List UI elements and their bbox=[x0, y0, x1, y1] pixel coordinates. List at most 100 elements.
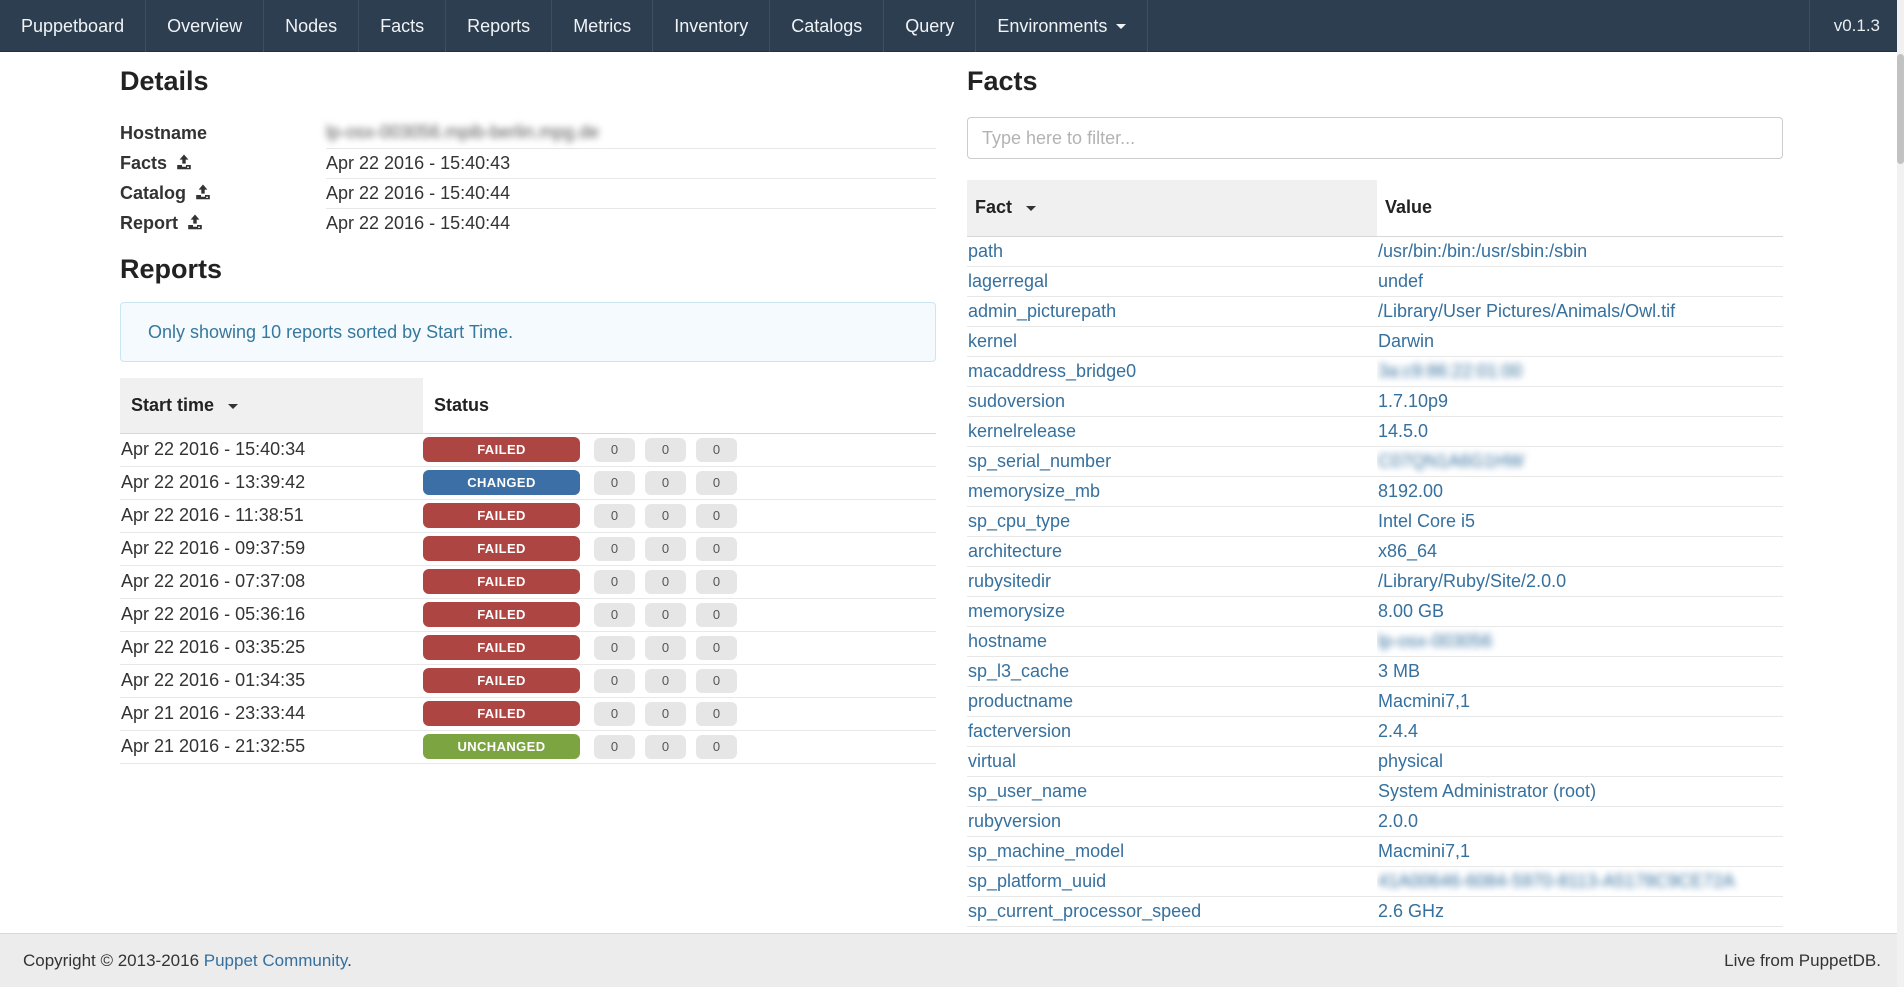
reports-notice-alert: Only showing 10 reports sorted by Start … bbox=[120, 302, 936, 362]
reports-header-status[interactable]: Status bbox=[423, 378, 936, 433]
fact-value-link-redacted[interactable]: 3a:c9:86:22:01:00 bbox=[1377, 361, 1522, 382]
reports-sort-header-start-time[interactable]: Start time bbox=[120, 378, 423, 433]
fact-name-link[interactable]: facterversion bbox=[967, 721, 1071, 742]
fact-name-link[interactable]: sudoversion bbox=[967, 391, 1065, 412]
fact-value-link[interactable]: /Library/User Pictures/Animals/Owl.tif bbox=[1377, 301, 1675, 322]
fact-value-link-redacted[interactable]: 41A00646-6084-5970-8113-A5178C9CE72A bbox=[1377, 871, 1735, 892]
fact-value-link[interactable]: 14.5.0 bbox=[1377, 421, 1428, 442]
facts-header-value[interactable]: Value bbox=[1377, 180, 1783, 236]
report-count-badge: 0 bbox=[594, 603, 635, 627]
details-heading: Details bbox=[120, 64, 936, 98]
puppet-community-link[interactable]: Puppet Community bbox=[204, 951, 347, 970]
details-value: Apr 22 2016 - 15:40:44 bbox=[326, 213, 510, 233]
nav-item-query[interactable]: Query bbox=[884, 0, 976, 52]
fact-value-link[interactable]: /usr/bin:/bin:/usr/sbin:/sbin bbox=[1377, 241, 1587, 262]
fact-value-link-redacted[interactable]: lp-osx-003056 bbox=[1377, 631, 1492, 652]
fact-value-link[interactable]: x86_64 bbox=[1377, 541, 1437, 562]
report-status-badge[interactable]: FAILED bbox=[423, 569, 580, 594]
fact-name-link[interactable]: rubysitedir bbox=[967, 571, 1051, 592]
report-count-badge: 0 bbox=[645, 537, 686, 561]
fact-name-link[interactable]: architecture bbox=[967, 541, 1062, 562]
fact-name-link[interactable]: sp_user_name bbox=[967, 781, 1087, 802]
fact-name-link[interactable]: rubyversion bbox=[967, 811, 1061, 832]
fact-value-link[interactable]: physical bbox=[1377, 751, 1443, 772]
fact-row: path/usr/bin:/bin:/usr/sbin:/sbin bbox=[967, 236, 1783, 266]
fact-value-link[interactable]: System Administrator (root) bbox=[1377, 781, 1596, 802]
fact-name-link[interactable]: kernelrelease bbox=[967, 421, 1076, 442]
facts-sort-header-fact[interactable]: Fact bbox=[967, 180, 1377, 236]
fact-name-link[interactable]: sp_platform_uuid bbox=[967, 871, 1106, 892]
fact-row: sp_cpu_type Intel Core i5 bbox=[967, 506, 1783, 536]
fact-row: macaddress_bridge0 3a:c9:86:22:01:00 bbox=[967, 356, 1783, 386]
fact-name-link[interactable]: kernel bbox=[967, 331, 1017, 352]
fact-value-link[interactable]: Intel Core i5 bbox=[1377, 511, 1475, 532]
fact-value-link[interactable]: Macmini7,1 bbox=[1377, 841, 1470, 862]
fact-value-link[interactable]: 3 MB bbox=[1377, 661, 1420, 682]
fact-name-link[interactable]: admin_picturepath bbox=[967, 301, 1116, 322]
fact-name-link[interactable]: memorysize_mb bbox=[967, 481, 1100, 502]
nav-item-overview[interactable]: Overview bbox=[146, 0, 264, 52]
report-status-badge[interactable]: FAILED bbox=[423, 635, 580, 660]
fact-name-link[interactable]: sp_serial_number bbox=[967, 451, 1111, 472]
nav-item-catalogs[interactable]: Catalogs bbox=[770, 0, 884, 52]
fact-row: virtual physical bbox=[967, 746, 1783, 776]
report-status-badge[interactable]: FAILED bbox=[423, 701, 580, 726]
report-start-time: Apr 22 2016 - 01:34:35 bbox=[120, 664, 423, 697]
scrollbar-thumb[interactable] bbox=[1897, 54, 1904, 164]
nav-brand-puppetboard[interactable]: Puppetboard bbox=[0, 0, 146, 52]
report-row: Apr 21 2016 - 21:32:55UNCHANGED000 bbox=[120, 730, 936, 763]
fact-row: productname Macmini7,1 bbox=[967, 686, 1783, 716]
fact-row: sp_machine_model Macmini7,1 bbox=[967, 836, 1783, 866]
report-count-badge: 0 bbox=[594, 735, 635, 759]
nav-item-environments[interactable]: Environments bbox=[976, 0, 1148, 52]
fact-name-link[interactable]: productname bbox=[967, 691, 1073, 712]
fact-name-link[interactable]: sp_l3_cache bbox=[967, 661, 1069, 682]
report-count-badge: 0 bbox=[696, 570, 737, 594]
fact-name-link[interactable]: path bbox=[967, 241, 1003, 262]
report-count-badge: 0 bbox=[594, 537, 635, 561]
fact-row: architecture x86_64 bbox=[967, 536, 1783, 566]
nav-item-metrics[interactable]: Metrics bbox=[552, 0, 653, 52]
report-status-badge[interactable]: FAILED bbox=[423, 668, 580, 693]
nav-item-nodes[interactable]: Nodes bbox=[264, 0, 359, 52]
report-row: Apr 22 2016 - 01:34:35FAILED000 bbox=[120, 664, 936, 697]
fact-name-link[interactable]: virtual bbox=[967, 751, 1016, 772]
report-count-badge: 0 bbox=[645, 471, 686, 495]
report-status-badge[interactable]: FAILED bbox=[423, 437, 580, 462]
report-status-badge[interactable]: FAILED bbox=[423, 536, 580, 561]
fact-value-link[interactable]: /Library/Ruby/Site/2.0.0 bbox=[1377, 571, 1566, 592]
fact-name-link[interactable]: memorysize bbox=[967, 601, 1065, 622]
report-row: Apr 22 2016 - 07:37:08FAILED000 bbox=[120, 565, 936, 598]
start-time-header-label: Start time bbox=[131, 395, 214, 415]
fact-value-link[interactable]: 2.0.0 bbox=[1377, 811, 1418, 832]
fact-value-link[interactable]: 8192.00 bbox=[1377, 481, 1443, 502]
details-label: Hostname bbox=[120, 123, 207, 143]
fact-value-link[interactable]: 1.7.10p9 bbox=[1377, 391, 1448, 412]
report-status-badge[interactable]: FAILED bbox=[423, 602, 580, 627]
fact-value-link[interactable]: 2.6 GHz bbox=[1377, 901, 1444, 922]
fact-row: sp_l3_cache 3 MB bbox=[967, 656, 1783, 686]
fact-name-link[interactable]: sp_cpu_type bbox=[967, 511, 1070, 532]
fact-value-link[interactable]: Darwin bbox=[1377, 331, 1434, 352]
nav-item-inventory[interactable]: Inventory bbox=[653, 0, 770, 52]
report-start-time: Apr 22 2016 - 07:37:08 bbox=[120, 565, 423, 598]
report-start-time: Apr 21 2016 - 23:33:44 bbox=[120, 697, 423, 730]
fact-value-link[interactable]: 8.00 GB bbox=[1377, 601, 1444, 622]
fact-name-link[interactable]: macaddress_bridge0 bbox=[967, 361, 1136, 382]
report-status-badge[interactable]: CHANGED bbox=[423, 470, 580, 495]
fact-name-link[interactable]: hostname bbox=[967, 631, 1047, 652]
reports-notice-text: Only showing 10 reports sorted by Start … bbox=[148, 322, 513, 343]
fact-value-link[interactable]: 2.4.4 bbox=[1377, 721, 1418, 742]
fact-name-link[interactable]: sp_current_processor_speed bbox=[967, 901, 1201, 922]
fact-name-link[interactable]: lagerregal bbox=[967, 271, 1048, 292]
nav-item-reports[interactable]: Reports bbox=[446, 0, 552, 52]
nav-item-facts[interactable]: Facts bbox=[359, 0, 446, 52]
facts-filter-input[interactable] bbox=[967, 117, 1783, 159]
report-status-badge[interactable]: FAILED bbox=[423, 503, 580, 528]
report-status-badge[interactable]: UNCHANGED bbox=[423, 734, 580, 759]
fact-name-link[interactable]: sp_machine_model bbox=[967, 841, 1124, 862]
fact-value-link-redacted[interactable]: C07QN1A6G1HW bbox=[1377, 451, 1524, 472]
fact-value-link[interactable]: undef bbox=[1377, 271, 1423, 292]
fact-value-link[interactable]: Macmini7,1 bbox=[1377, 691, 1470, 712]
fact-row: kernel Darwin bbox=[967, 326, 1783, 356]
